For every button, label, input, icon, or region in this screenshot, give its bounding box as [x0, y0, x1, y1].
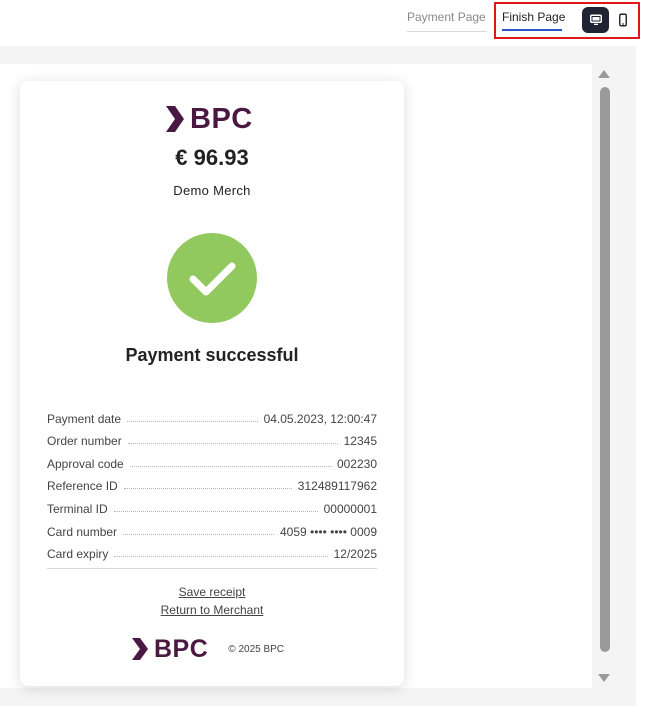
detail-row-payment-date: Payment date 04.05.2023, 12:00:47	[47, 403, 377, 426]
status-title: Payment successful	[125, 345, 299, 365]
preview-toolbar: Payment Page Finish Page	[0, 0, 645, 46]
dotted-leader	[123, 488, 292, 490]
detail-row-card-expiry: Card expiry 12/2025	[47, 539, 377, 562]
detail-value: 04.05.2023, 12:00:47	[263, 411, 377, 426]
payment-details-list: Payment date 04.05.2023, 12:00:47 Order …	[47, 403, 377, 562]
detail-value: 12/2025	[333, 547, 377, 562]
chevron-logo-icon	[132, 638, 148, 660]
detail-label: Terminal ID	[47, 501, 108, 516]
detail-label: Reference ID	[47, 479, 118, 494]
dotted-leader	[123, 533, 274, 535]
detail-value: 12345	[343, 434, 377, 449]
detail-label: Card expiry	[47, 547, 109, 562]
card-footer: BPC © 2025 BPC	[132, 635, 285, 663]
detail-label: Payment date	[47, 411, 122, 426]
scroll-down-arrow[interactable]	[598, 674, 610, 682]
detail-label: Card number	[47, 524, 118, 539]
detail-row-terminal-id: Terminal ID 00000001	[47, 493, 377, 516]
detail-value: 4059 •••• •••• 0009	[279, 524, 377, 539]
return-to-merchant-link[interactable]: Return to Merchant	[20, 603, 404, 617]
tab-payment-page[interactable]: Payment Page	[407, 10, 486, 24]
scrollbar-thumb[interactable]	[600, 87, 610, 652]
dotted-leader	[127, 420, 258, 422]
logo-text: BPC	[190, 103, 253, 135]
detail-row-card-number: Card number 4059 •••• •••• 0009	[47, 516, 377, 539]
footer-logo-text: BPC	[154, 635, 209, 663]
dotted-leader	[114, 556, 328, 558]
success-check-icon	[167, 233, 257, 323]
detail-value: 002230	[336, 456, 377, 471]
save-receipt-link[interactable]: Save receipt	[20, 585, 404, 599]
merchant-name: Demo Merch	[173, 183, 251, 198]
finish-page-card: BPC € 96.93 Demo Merch Payment successfu…	[20, 81, 404, 686]
dotted-leader	[113, 510, 318, 512]
detail-label: Approval code	[47, 456, 124, 471]
detail-row-reference-id: Reference ID 312489117962	[47, 471, 377, 494]
copyright-text: © 2025 BPC	[228, 643, 285, 655]
device-toggle-highlight	[494, 2, 640, 39]
detail-value: 312489117962	[297, 479, 377, 494]
detail-row-order-number: Order number 12345	[47, 426, 377, 449]
chevron-logo-icon	[166, 106, 184, 132]
detail-value: 00000001	[323, 501, 377, 516]
divider	[47, 568, 377, 569]
detail-label: Order number	[47, 434, 122, 449]
payment-amount: € 96.93	[175, 145, 249, 170]
detail-row-approval-code: Approval code 002230	[47, 448, 377, 471]
bpc-logo: BPC	[166, 103, 253, 135]
dotted-leader	[129, 465, 331, 467]
scroll-up-arrow[interactable]	[598, 70, 610, 78]
dotted-leader	[127, 443, 338, 445]
tab-payment-underline	[407, 31, 487, 32]
